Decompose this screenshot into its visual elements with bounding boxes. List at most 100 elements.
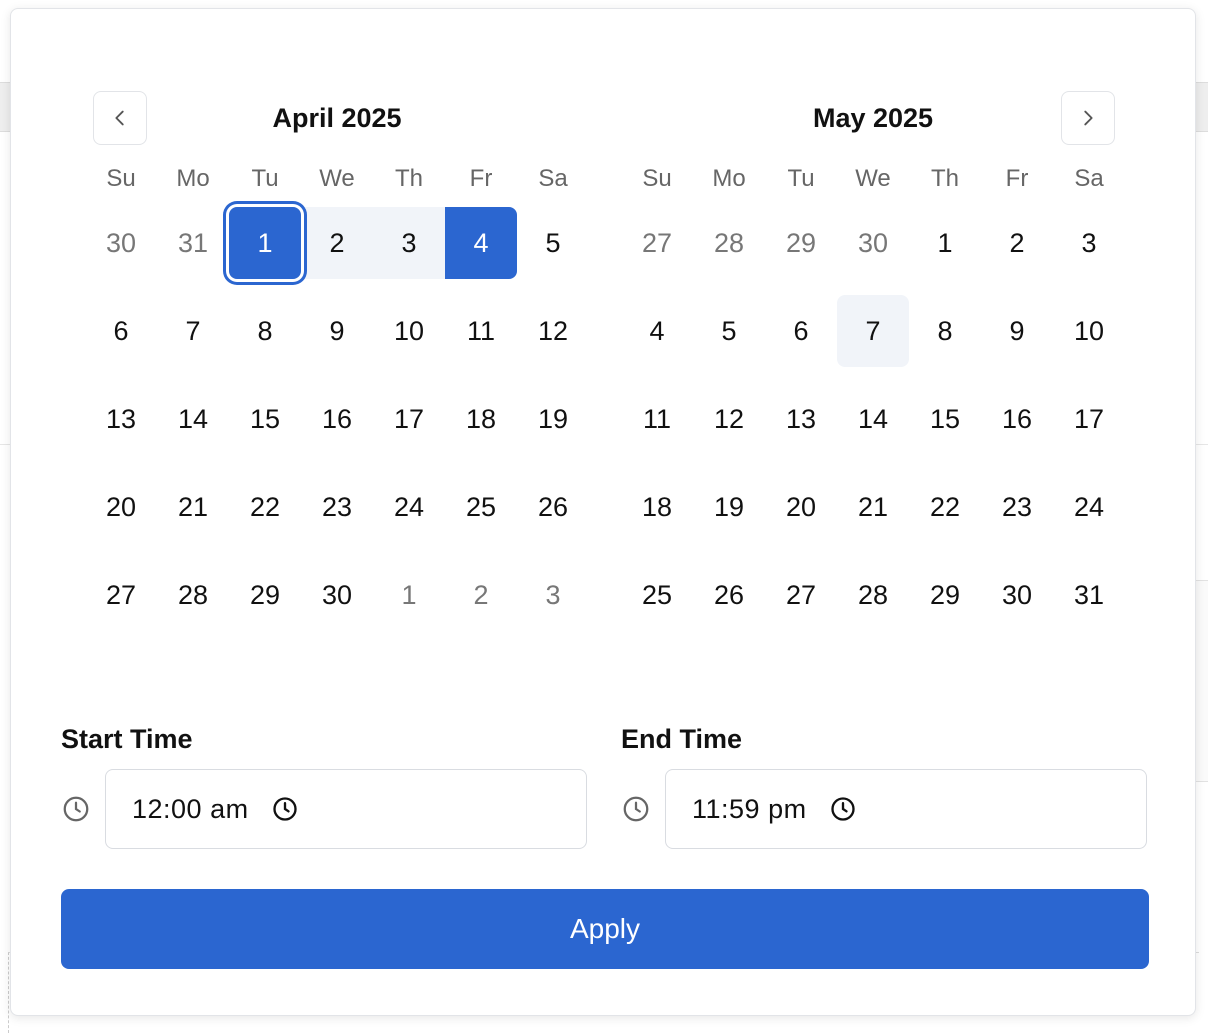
day-cell[interactable]: 18 — [445, 375, 517, 463]
day-number: 21 — [857, 491, 889, 522]
day-cell[interactable]: 2 — [445, 551, 517, 639]
day-cell[interactable]: 29 — [229, 551, 301, 639]
day-cell[interactable]: 6 — [85, 287, 157, 375]
day-cell[interactable]: 15 — [229, 375, 301, 463]
day-cell[interactable]: 30 — [301, 551, 373, 639]
day-cell[interactable]: 7 — [837, 287, 909, 375]
start-time-input[interactable]: 12:00 am — [105, 769, 587, 849]
end-time-label: End Time — [621, 724, 743, 754]
day-cell[interactable]: 3 — [517, 551, 589, 639]
day-number: 6 — [113, 315, 129, 346]
day-number: 16 — [1001, 403, 1033, 434]
clock-icon — [61, 794, 105, 824]
clock-icon[interactable] — [271, 795, 299, 823]
clock-icon[interactable] — [829, 795, 857, 823]
day-cell[interactable]: 19 — [517, 375, 589, 463]
day-cell[interactable]: 17 — [1053, 375, 1125, 463]
day-cell[interactable]: 7 — [157, 287, 229, 375]
day-number: 20 — [105, 491, 137, 522]
day-number: 26 — [537, 491, 569, 522]
day-cell[interactable]: 10 — [373, 287, 445, 375]
day-number: 25 — [465, 491, 497, 522]
day-cell[interactable]: 28 — [837, 551, 909, 639]
day-cell[interactable]: 14 — [837, 375, 909, 463]
day-cell[interactable]: 16 — [981, 375, 1053, 463]
weekday-label: Tu — [251, 165, 279, 192]
day-cell[interactable]: 9 — [981, 287, 1053, 375]
day-cell[interactable]: 10 — [1053, 287, 1125, 375]
day-cell[interactable]: 11 — [445, 287, 517, 375]
day-cell[interactable]: 23 — [981, 463, 1053, 551]
day-cell[interactable]: 22 — [909, 463, 981, 551]
day-cell[interactable]: 31 — [1053, 551, 1125, 639]
day-cell[interactable]: 24 — [1053, 463, 1125, 551]
day-number: 9 — [1009, 315, 1025, 346]
day-cell[interactable]: 13 — [85, 375, 157, 463]
day-cell[interactable]: 18 — [621, 463, 693, 551]
day-cell[interactable]: 9 — [301, 287, 373, 375]
day-cell[interactable]: 24 — [373, 463, 445, 551]
day-cell[interactable]: 14 — [157, 375, 229, 463]
day-cell[interactable]: 11 — [621, 375, 693, 463]
day-cell[interactable]: 25 — [445, 463, 517, 551]
day-number: 30 — [1001, 579, 1033, 610]
day-cell[interactable]: 30 — [85, 199, 157, 287]
day-cell[interactable]: 15 — [909, 375, 981, 463]
day-number: 16 — [321, 403, 353, 434]
day-cell[interactable]: 29 — [765, 199, 837, 287]
day-cell[interactable]: 4 — [445, 199, 517, 287]
day-number: 9 — [329, 315, 345, 346]
day-cell[interactable]: 2 — [301, 199, 373, 287]
day-cell[interactable]: 2 — [981, 199, 1053, 287]
day-cell[interactable]: 21 — [157, 463, 229, 551]
month-title: April 2025 — [272, 103, 402, 133]
day-cell[interactable]: 28 — [157, 551, 229, 639]
day-cell[interactable]: 27 — [621, 199, 693, 287]
day-cell[interactable]: 12 — [517, 287, 589, 375]
day-cell[interactable]: 8 — [229, 287, 301, 375]
day-number: 29 — [249, 579, 281, 610]
day-cell[interactable]: 21 — [837, 463, 909, 551]
day-cell[interactable]: 16 — [301, 375, 373, 463]
day-cell[interactable]: 25 — [621, 551, 693, 639]
weekday-header: Su Mo Tu We Th Fr Sa — [85, 159, 589, 199]
day-cell[interactable]: 13 — [765, 375, 837, 463]
day-cell[interactable]: 1 — [229, 199, 301, 287]
day-grid: 30 31 1 2 3 4 5 6 7 8 9 10 11 12 13 14 15 16 17 18 19 20 21 22 2… — [85, 199, 589, 639]
day-cell[interactable]: 5 — [693, 287, 765, 375]
day-cell[interactable]: 19 — [693, 463, 765, 551]
day-cell[interactable]: 20 — [85, 463, 157, 551]
day-number: 30 — [105, 227, 137, 258]
day-cell[interactable]: 5 — [517, 199, 589, 287]
day-cell[interactable]: 31 — [157, 199, 229, 287]
day-cell[interactable]: 29 — [909, 551, 981, 639]
day-cell[interactable]: 3 — [373, 199, 445, 287]
day-cell[interactable]: 1 — [909, 199, 981, 287]
day-cell[interactable]: 26 — [693, 551, 765, 639]
day-cell[interactable]: 3 — [1053, 199, 1125, 287]
day-number: 2 — [473, 579, 489, 610]
day-number: 23 — [1001, 491, 1033, 522]
day-cell[interactable]: 4 — [621, 287, 693, 375]
day-cell[interactable]: 8 — [909, 287, 981, 375]
apply-button[interactable]: Apply — [61, 889, 1149, 969]
day-cell[interactable]: 30 — [981, 551, 1053, 639]
end-time-input[interactable]: 11:59 pm — [665, 769, 1147, 849]
day-cell[interactable]: 28 — [693, 199, 765, 287]
day-cell[interactable]: 22 — [229, 463, 301, 551]
day-cell[interactable]: 12 — [693, 375, 765, 463]
day-number: 5 — [545, 227, 561, 258]
day-cell[interactable]: 27 — [765, 551, 837, 639]
day-grid: 27 28 29 30 1 2 3 4 5 6 7 8 9 10 11 12 13 14 15 16 17 18 19 20 2… — [621, 199, 1125, 639]
day-cell[interactable]: 6 — [765, 287, 837, 375]
start-time-label: Start Time — [61, 724, 193, 754]
day-number: 12 — [537, 315, 569, 346]
day-cell[interactable]: 17 — [373, 375, 445, 463]
day-cell[interactable]: 23 — [301, 463, 373, 551]
day-cell[interactable]: 27 — [85, 551, 157, 639]
day-cell[interactable]: 20 — [765, 463, 837, 551]
day-cell[interactable]: 30 — [837, 199, 909, 287]
day-number: 8 — [937, 315, 953, 346]
day-cell[interactable]: 1 — [373, 551, 445, 639]
day-cell[interactable]: 26 — [517, 463, 589, 551]
